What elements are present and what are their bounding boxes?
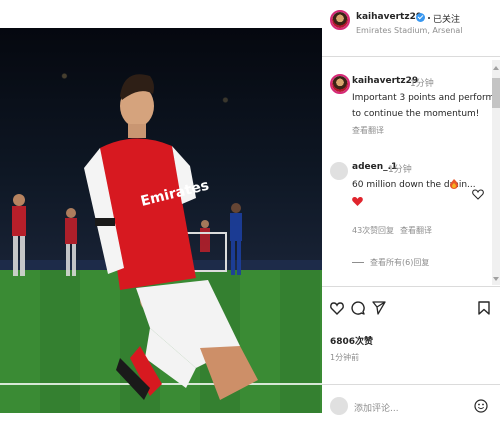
current-user-avatar xyxy=(330,397,348,415)
like-heart-icon[interactable] xyxy=(330,302,344,315)
background-player-blue xyxy=(230,203,242,275)
actions-divider xyxy=(322,286,500,287)
author-avatar[interactable] xyxy=(330,10,350,30)
comments-scrollbar[interactable] xyxy=(492,60,500,285)
background-player-left xyxy=(12,194,26,276)
background-player-right xyxy=(200,220,210,252)
red-heart-emoji-icon xyxy=(352,197,363,206)
comment-input[interactable]: 添加评论... xyxy=(354,401,399,414)
emoji-picker-icon[interactable] xyxy=(474,399,488,413)
view-replies-line xyxy=(352,262,364,263)
background-player-mid xyxy=(65,208,77,276)
verified-badge-icon xyxy=(416,13,425,22)
post-location[interactable]: Emirates Stadium, Arsenal xyxy=(356,26,462,35)
comment-like-icon[interactable] xyxy=(472,189,484,200)
caption-text-line2: to continue the momentum! xyxy=(352,109,480,119)
view-replies-button[interactable]: 查看所有(6)回复 xyxy=(370,257,429,268)
post-side-panel xyxy=(322,0,500,440)
fire-heart-emoji-icon xyxy=(450,179,458,189)
commenter-avatar[interactable] xyxy=(330,162,348,180)
comment-like-count[interactable]: 43次赞 xyxy=(352,225,378,236)
comment-bubble-icon[interactable] xyxy=(351,301,365,315)
comment-reply-button[interactable]: 回复 xyxy=(378,225,394,236)
scroll-up-arrow-icon[interactable] xyxy=(493,66,499,70)
save-bookmark-icon[interactable] xyxy=(478,301,490,315)
caption-time: 1分钟 xyxy=(410,79,434,89)
share-send-icon[interactable] xyxy=(372,301,386,315)
player-illustration: Emirates xyxy=(12,74,258,400)
post-time-ago: 1分钟前 xyxy=(330,353,360,362)
caption-text-line1: Important 3 points and performance xyxy=(352,93,500,103)
caption-username[interactable]: kaihavertz29 xyxy=(352,76,418,86)
scrollbar-thumb[interactable] xyxy=(492,78,500,108)
header-divider xyxy=(322,56,500,57)
post-like-count[interactable]: 6806次赞 xyxy=(330,334,373,347)
comment-input-divider xyxy=(322,384,500,385)
comment-time: 1分钟 xyxy=(388,165,412,175)
caption-author-avatar[interactable] xyxy=(330,74,350,94)
scroll-down-arrow-icon[interactable] xyxy=(493,277,499,281)
caption-translate-link[interactable]: 查看翻译 xyxy=(352,125,384,136)
following-button[interactable]: 已关注 xyxy=(433,12,460,25)
post-image[interactable]: Emirates xyxy=(0,28,322,413)
separator-dot xyxy=(428,17,430,19)
author-username[interactable]: kaihavertz29 xyxy=(356,12,422,22)
comment-translate-link[interactable]: 查看翻译 xyxy=(400,225,432,236)
post-photo[interactable]: Emirates xyxy=(0,0,322,440)
